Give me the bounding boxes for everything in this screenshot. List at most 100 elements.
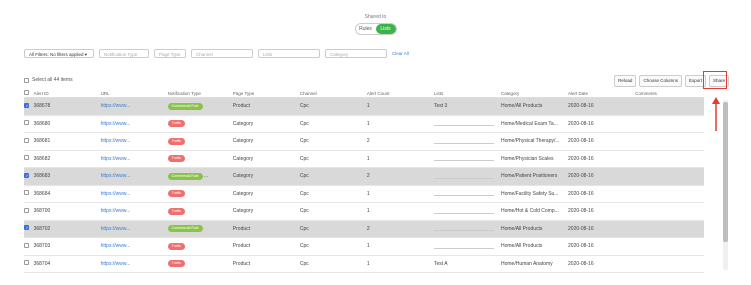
clear-all-link[interactable]: Clear All <box>392 51 409 56</box>
cell-lists[interactable]: Test A <box>434 261 501 267</box>
cell-url-link[interactable]: https://www... <box>101 173 168 179</box>
cell-page-type: Product <box>232 103 251 110</box>
row-checkbox[interactable] <box>24 137 29 143</box>
row-checkbox[interactable] <box>24 190 29 196</box>
cell-url-link[interactable]: https://www... <box>101 156 168 162</box>
toggle-rules[interactable]: Rules <box>356 24 376 34</box>
channel-filter[interactable]: Channel <box>191 49 253 58</box>
cell-url-link[interactable]: https://www... <box>101 103 168 109</box>
table-row[interactable]: 368682 https://www... Traffic Category Cpc 1 H… <box>24 151 704 168</box>
table-scrollbar[interactable] <box>723 100 728 270</box>
row-checkbox[interactable] <box>24 225 29 231</box>
header-checkbox[interactable] <box>24 90 29 95</box>
cell-url-link[interactable]: https://www... <box>101 208 168 214</box>
cell-url-link[interactable]: https://www... <box>101 243 168 249</box>
table-row[interactable]: 368681 https://www... Traffic Category Cpc 2 H… <box>24 133 704 151</box>
row-checkbox[interactable] <box>24 260 29 266</box>
table-row[interactable]: 368678 https://www...Commercial Rule Produ… <box>24 98 704 116</box>
table-row[interactable]: 368680 https://www... Traffic Category Cpc 1 H… <box>24 116 704 133</box>
header-alert-date[interactable]: Alert Date <box>568 91 635 96</box>
category-filter[interactable]: Category <box>325 49 387 58</box>
cell-lists[interactable] <box>433 172 501 181</box>
cell-alert-date: 2020-08-16 <box>568 208 594 215</box>
cell-lists[interactable] <box>433 224 501 233</box>
cell-lists[interactable] <box>433 119 501 128</box>
page-type-filter[interactable]: Page Type <box>154 49 186 58</box>
cell-url-link[interactable]: https://www... <box>101 261 168 267</box>
header-alert-id[interactable]: Alert ID <box>34 91 101 96</box>
lists-input[interactable] <box>433 119 494 127</box>
notification-type-badge: Commercial Rule <box>167 225 203 233</box>
lists-input[interactable] <box>433 172 494 179</box>
cell-lists[interactable] <box>433 242 501 251</box>
cell-alert-date: 2020-08-16 <box>568 190 594 197</box>
cell-lists[interactable]: Test 3 <box>434 103 501 109</box>
cell-alert-id: 368681 <box>33 138 51 145</box>
lists-filter[interactable]: Lists <box>258 49 320 58</box>
table-row[interactable]: 368703 https://www... Traffic Product Cpc 1 Ho… <box>24 238 704 256</box>
share-highlight-box <box>703 71 727 89</box>
cell-channel: Cpc <box>299 225 309 232</box>
select-all-checkbox[interactable] <box>24 77 29 83</box>
header-category[interactable]: Category <box>501 91 568 96</box>
notification-type-filter[interactable]: Notification Type <box>99 49 149 58</box>
cell-alert-date: 2020-08-16 <box>568 173 594 180</box>
cell-url-link[interactable]: https://www... <box>101 138 168 144</box>
cell-category: Home/Human Anatomy <box>500 260 553 267</box>
row-checkbox[interactable] <box>24 120 29 126</box>
share-toggle-group: Shared to Rules Lists <box>0 14 751 35</box>
cell-lists[interactable] <box>433 189 501 198</box>
cell-page-type: Product <box>232 260 251 267</box>
table-row[interactable]: 368700 https://www... Traffic Category Cpc 1 H… <box>24 203 704 221</box>
cell-channel: Cpc <box>299 260 309 267</box>
cell-alert-count: 1 <box>366 103 370 110</box>
all-filters-dropdown[interactable]: All Filters: No filters applied ▾ <box>24 49 94 58</box>
row-checkbox[interactable] <box>24 172 29 178</box>
table-row[interactable]: 368683 https://www...Commercial Rule ... C… <box>24 168 704 186</box>
header-page-type[interactable]: Page Type <box>233 91 300 96</box>
select-all[interactable]: Select all 44 items <box>24 77 73 83</box>
notification-type-badge: Traffic <box>167 137 186 145</box>
cell-lists[interactable] <box>433 137 501 146</box>
row-checkbox[interactable] <box>24 155 29 161</box>
reload-button[interactable]: Reload <box>614 75 637 87</box>
cell-category: Home/All Products <box>500 243 543 250</box>
lists-input[interactable] <box>433 207 494 214</box>
cell-page-type: Category <box>232 190 254 197</box>
notification-type-badge: Traffic <box>167 190 186 198</box>
lists-input[interactable] <box>433 189 494 197</box>
header-url[interactable]: URL <box>101 91 168 96</box>
choose-columns-button[interactable]: Choose Columns <box>639 75 682 87</box>
toggle-lists[interactable]: Lists <box>375 24 396 34</box>
lists-input[interactable] <box>433 154 494 162</box>
scrollbar-thumb[interactable] <box>723 102 728 242</box>
cell-url-link[interactable]: https://www... <box>101 121 168 127</box>
cell-alert-date: 2020-08-16 <box>568 120 594 127</box>
cell-url-link[interactable]: https://www... <box>101 226 168 232</box>
header-channel[interactable]: Channel <box>300 91 367 96</box>
cell-lists[interactable] <box>433 154 501 163</box>
row-dots: ... <box>203 172 209 179</box>
cell-channel: Cpc <box>299 208 309 215</box>
row-checkbox[interactable] <box>24 242 29 248</box>
table-row[interactable]: 368704 https://www... Traffic Product Cpc 1 Te… <box>24 256 704 273</box>
row-checkbox[interactable] <box>24 207 29 213</box>
header-comments[interactable]: Comments <box>635 91 704 96</box>
cell-channel: Cpc <box>299 138 309 145</box>
cell-channel: Cpc <box>299 190 309 197</box>
notification-type-badge: Traffic <box>167 120 186 128</box>
lists-input[interactable] <box>433 242 494 249</box>
cell-alert-id: 368683 <box>33 173 51 180</box>
row-checkbox[interactable] <box>24 102 29 108</box>
cell-url-link[interactable]: https://www... <box>101 191 168 197</box>
header-lists[interactable]: Lists <box>434 91 501 96</box>
table-row[interactable]: 368684 https://www... Traffic Category Cpc 1 H… <box>24 186 704 203</box>
lists-input[interactable] <box>433 224 494 232</box>
table-row[interactable]: 368702 https://www...Commercial Rule Produ… <box>24 220 704 238</box>
cell-page-type: Category <box>232 138 254 145</box>
header-alert-count[interactable]: Alert Count <box>367 91 434 96</box>
cell-lists[interactable] <box>433 207 501 216</box>
table-header: Alert ID URL Notification Type Page Type… <box>24 89 704 98</box>
header-notification-type[interactable]: Notification Type <box>168 91 233 96</box>
lists-input[interactable] <box>433 137 494 144</box>
